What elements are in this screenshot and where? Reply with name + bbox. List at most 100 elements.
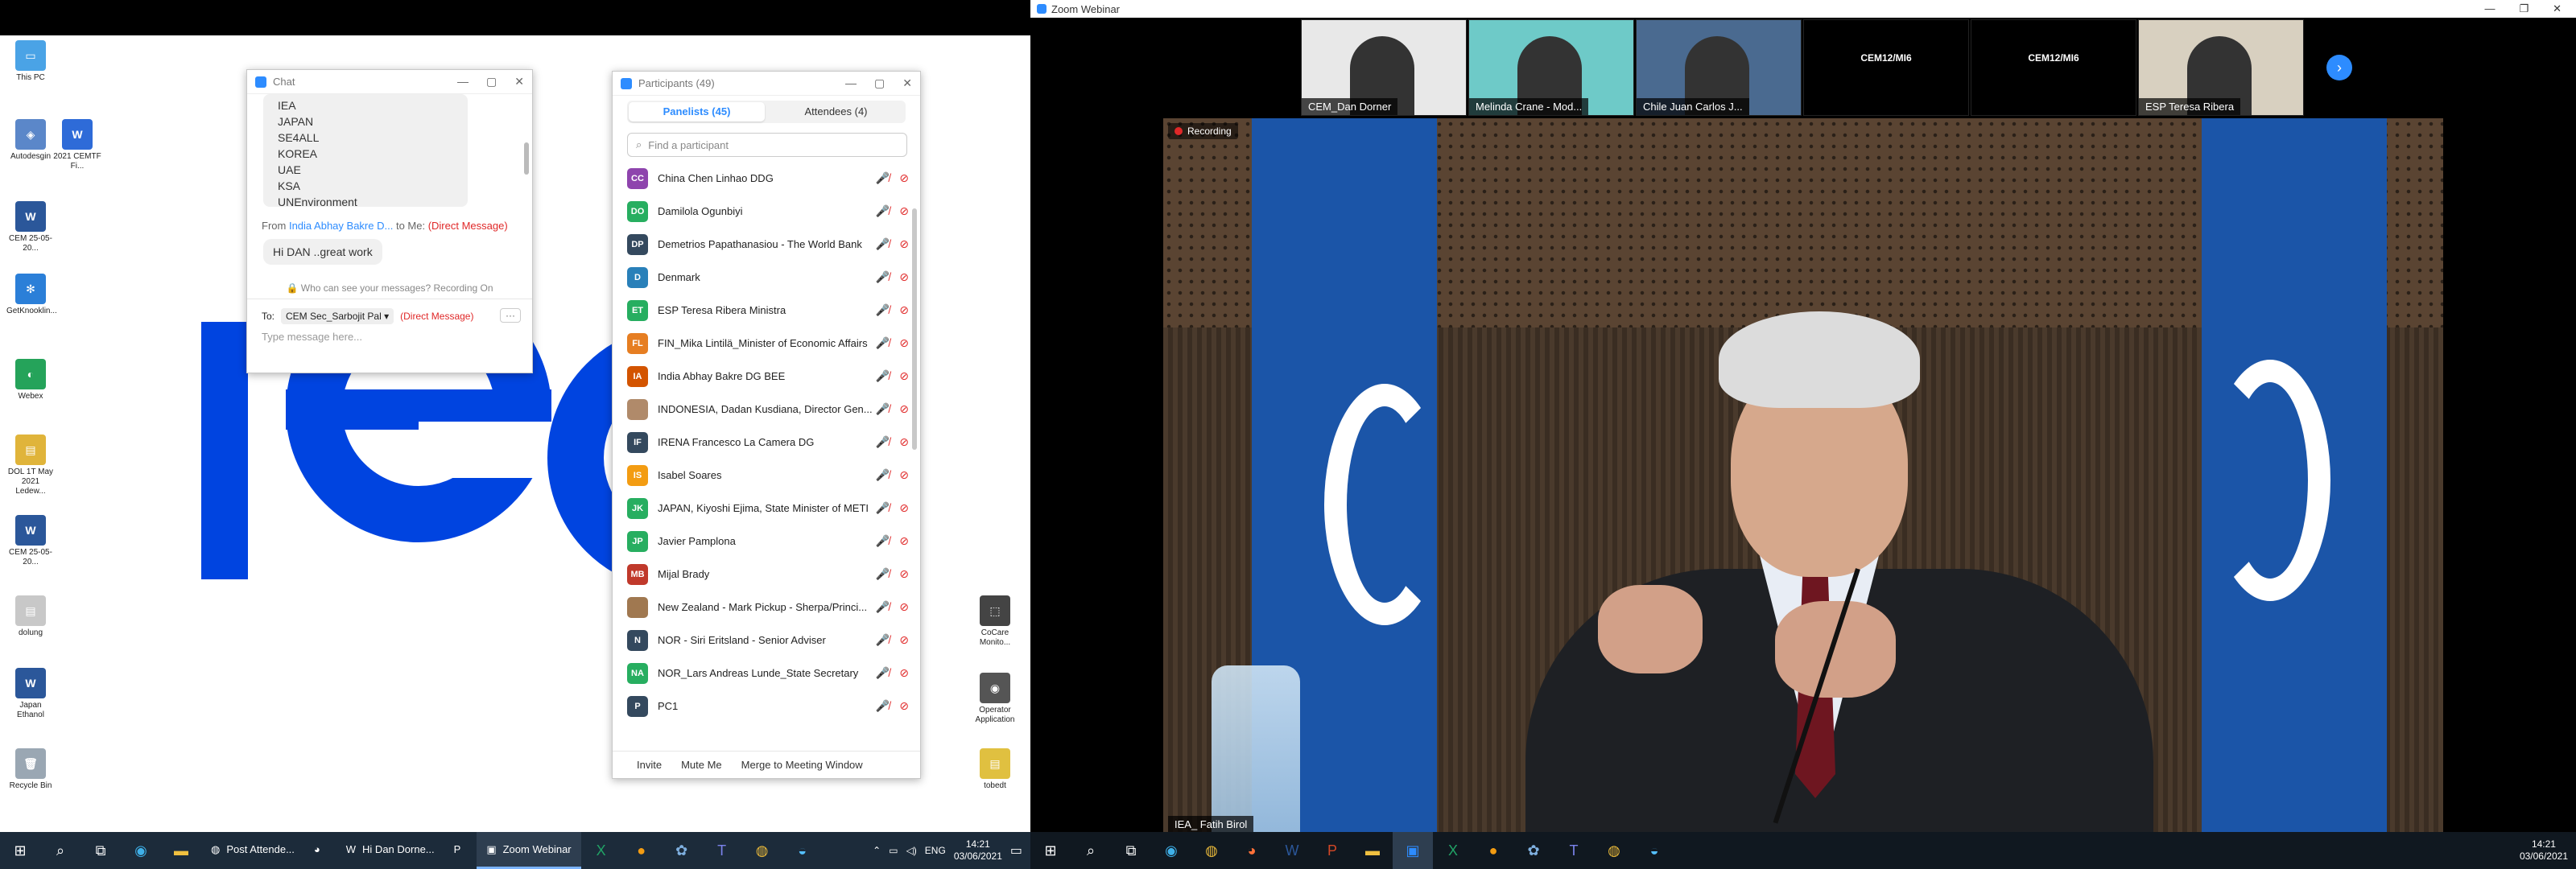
chrome-button[interactable]: ◍ — [1594, 832, 1634, 869]
desktop-icon[interactable]: W Japan Ethanol — [6, 668, 55, 720]
firefox-button[interactable]: ◕ — [1232, 832, 1272, 869]
maximize-icon[interactable]: ▢ — [486, 75, 497, 89]
mic-muted-icon[interactable]: 🎤̸ — [876, 534, 890, 548]
search-button[interactable]: ⌕ — [1071, 832, 1111, 869]
participant-row[interactable]: JK JAPAN, Kiyoshi Ejima, State Minister o… — [613, 492, 920, 525]
word-button[interactable]: W — [1272, 832, 1312, 869]
mic-muted-icon[interactable]: 🎤̸ — [876, 435, 890, 449]
participant-row[interactable]: FL FIN_Mika Lintilä_Minister of Economic … — [613, 327, 920, 360]
video-off-icon[interactable]: ⊘ — [899, 699, 909, 713]
mic-muted-icon[interactable]: 🎤̸ — [876, 237, 890, 251]
sender-name[interactable]: India Abhay Bakre D... — [289, 220, 393, 232]
app-button[interactable]: ● — [1473, 832, 1513, 869]
close-icon[interactable]: ✕ — [902, 76, 912, 90]
video-off-icon[interactable]: ⊘ — [899, 270, 909, 284]
clock[interactable]: 14:21 03/06/2021 — [2520, 838, 2568, 863]
maximize-icon[interactable]: ▢ — [874, 76, 885, 90]
webex-button[interactable]: ◒ — [782, 832, 823, 869]
zoom-titlebar[interactable]: Zoom Webinar — ❐ ✕ — [1030, 0, 2576, 18]
desktop-icon[interactable]: ✻ GetKnooklin... — [6, 274, 57, 316]
participant-row[interactable]: INDONESIA, Dadan Kusdiana, Director Gen.… — [613, 393, 920, 426]
minimize-icon[interactable]: — — [2484, 2, 2495, 15]
desktop-icon[interactable]: ◉ Operator Application — [971, 673, 1019, 725]
desktop-icon[interactable]: ◈ Autodesgin — [6, 119, 55, 162]
video-off-icon[interactable]: ⊘ — [899, 666, 909, 680]
participant-row[interactable]: CC China Chen Linhao DDG 🎤̸ ⊘ — [613, 162, 920, 195]
mic-muted-icon[interactable]: 🎤̸ — [876, 303, 890, 317]
tab-attendees[interactable]: Attendees (4) — [768, 102, 904, 121]
mic-muted-icon[interactable]: 🎤̸ — [876, 699, 890, 713]
video-off-icon[interactable]: ⊘ — [899, 336, 909, 350]
chat-message-input[interactable]: Type message here... — [262, 331, 519, 363]
mic-muted-icon[interactable]: 🎤̸ — [876, 336, 890, 350]
chat-titlebar[interactable]: Chat — ▢ ✕ — [247, 70, 532, 94]
participant-thumbnail[interactable]: ESP Teresa Ribera — [2138, 19, 2304, 116]
explorer-button[interactable]: ▬ — [161, 832, 201, 869]
video-off-icon[interactable]: ⊘ — [899, 501, 909, 515]
maximize-icon[interactable]: ❐ — [2519, 2, 2529, 15]
participant-thumbnail[interactable]: Melinda Crane - Mod... — [1468, 19, 1634, 116]
mic-muted-icon[interactable]: 🎤̸ — [876, 633, 890, 647]
participant-thumbnail[interactable]: Chile Juan Carlos J... — [1636, 19, 1802, 116]
taskbar-app-button[interactable]: ◍ Post Attende... — [201, 832, 304, 869]
taskbar-app-button[interactable]: ▣ Zoom Webinar — [477, 832, 581, 869]
video-off-icon[interactable]: ⊘ — [899, 171, 909, 185]
app-button[interactable]: ✿ — [662, 832, 702, 869]
chevron-up-icon[interactable]: ⌃ — [873, 845, 881, 856]
desktop-icon[interactable]: ◐ Webex — [6, 359, 55, 402]
network-icon[interactable]: ▭ — [889, 845, 898, 856]
explorer-button[interactable]: ▬ — [1352, 832, 1393, 869]
minimize-icon[interactable]: — — [457, 75, 469, 89]
video-off-icon[interactable]: ⊘ — [899, 534, 909, 548]
participant-row[interactable]: New Zealand - Mark Pickup - Sherpa/Princ… — [613, 591, 920, 624]
video-off-icon[interactable]: ⊘ — [899, 204, 909, 218]
participant-thumbnail[interactable]: CEM12/MI6 — [1971, 19, 2136, 116]
participant-row[interactable]: IA India Abhay Bakre DG BEE 🎤̸ ⊘ — [613, 360, 920, 393]
notifications-icon[interactable]: ▭ — [1010, 842, 1022, 859]
desktop-icon[interactable]: 🗑 Recycle Bin — [6, 748, 55, 791]
powerpoint-button[interactable]: P — [1312, 832, 1352, 869]
webex-button[interactable]: ◒ — [1634, 832, 1674, 869]
language-indicator[interactable]: ENG — [925, 845, 946, 856]
volume-icon[interactable]: ◁) — [906, 845, 917, 856]
chat-privacy-notice[interactable]: 🔒 Who can see your messages? Recording O… — [247, 282, 532, 294]
next-page-button[interactable]: › — [2326, 55, 2352, 80]
video-off-icon[interactable]: ⊘ — [899, 303, 909, 317]
task-view-button[interactable]: ⧉ — [1111, 832, 1151, 869]
edge-button[interactable]: ◉ — [121, 832, 161, 869]
mic-muted-icon[interactable]: 🎤̸ — [876, 171, 890, 185]
chat-scrollbar[interactable] — [524, 142, 529, 175]
close-icon[interactable]: ✕ — [514, 75, 524, 89]
mic-muted-icon[interactable]: 🎤̸ — [876, 369, 890, 383]
start-button[interactable]: ⊞ — [0, 832, 40, 869]
video-off-icon[interactable]: ⊘ — [899, 633, 909, 647]
teams-button[interactable]: T — [1554, 832, 1594, 869]
video-off-icon[interactable]: ⊘ — [899, 237, 909, 251]
participant-row[interactable]: DP Demetrios Papathanasiou - The World Ba… — [613, 228, 920, 261]
mic-muted-icon[interactable]: 🎤̸ — [876, 600, 890, 614]
desktop-icon[interactable]: W CEM 25-05-20... — [6, 201, 55, 253]
desktop-icon[interactable]: W CEM 25-05-20... — [6, 515, 55, 567]
mic-muted-icon[interactable]: 🎤̸ — [876, 204, 890, 218]
mic-muted-icon[interactable]: 🎤̸ — [876, 501, 890, 515]
desktop-icon[interactable]: W 2021 CEMTF Fi... — [53, 119, 101, 171]
participant-row[interactable]: N NOR - Siri Eritsland - Senior Adviser 🎤̸… — [613, 624, 920, 657]
participant-row[interactable]: IF IRENA Francesco La Camera DG 🎤̸ ⊘ — [613, 426, 920, 459]
more-options-button[interactable]: ··· — [500, 308, 521, 323]
task-view-button[interactable]: ⧉ — [80, 832, 121, 869]
taskbar-app-button[interactable]: ◕ — [304, 832, 336, 869]
excel-button[interactable]: X — [1433, 832, 1473, 869]
mic-muted-icon[interactable]: 🎤̸ — [876, 270, 890, 284]
video-off-icon[interactable]: ⊘ — [899, 468, 909, 482]
tab-panelists[interactable]: Panelists (45) — [629, 102, 765, 121]
mute-me-button[interactable]: Mute Me — [681, 759, 722, 771]
teams-button[interactable]: T — [702, 832, 742, 869]
video-off-icon[interactable]: ⊘ — [899, 600, 909, 614]
mic-muted-icon[interactable]: 🎤̸ — [876, 666, 890, 680]
participant-row[interactable]: JP Javier Pamplona 🎤̸ ⊘ — [613, 525, 920, 558]
chrome-button[interactable]: ◍ — [742, 832, 782, 869]
taskbar-app-button[interactable]: P — [444, 832, 477, 869]
edge-button[interactable]: ◉ — [1151, 832, 1191, 869]
participant-row[interactable]: NA NOR_Lars Andreas Lunde_State Secretary… — [613, 657, 920, 690]
zoom-button[interactable]: ▣ — [1393, 832, 1433, 869]
